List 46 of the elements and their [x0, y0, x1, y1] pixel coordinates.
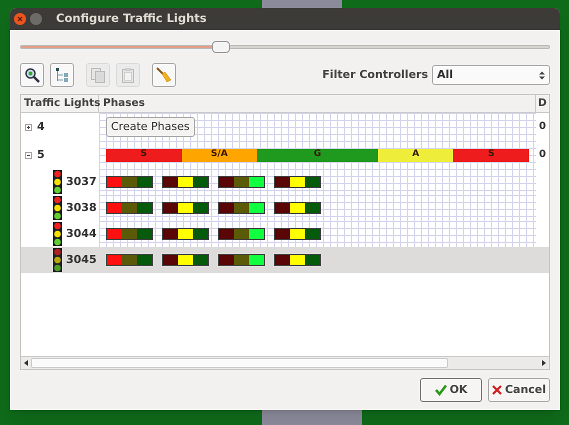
- clipboard-icon: [120, 67, 136, 83]
- phase-segment: S: [453, 148, 529, 162]
- checkmark-icon: [434, 384, 447, 396]
- minimize-button[interactable]: [30, 13, 42, 25]
- phase-segment: S: [106, 148, 182, 162]
- collapse-icon[interactable]: [25, 152, 32, 158]
- scrollbar-thumb[interactable]: [31, 358, 448, 368]
- filter-dropdown[interactable]: All: [432, 65, 550, 85]
- traffic-light-icon: [53, 196, 62, 220]
- signal-id: 3044: [66, 226, 97, 242]
- expand-icon[interactable]: [25, 124, 32, 130]
- phase-segment: S/A: [182, 148, 258, 162]
- controller-id: 4: [37, 118, 45, 135]
- filter-label: Filter Controllers: [322, 66, 428, 83]
- copy-icon: [90, 67, 106, 83]
- table-cell-text: 0: [538, 148, 547, 162]
- tree-icon: [54, 67, 70, 83]
- toolbar-button[interactable]: [152, 63, 176, 87]
- create-phases-button[interactable]: Create Phases: [106, 117, 195, 137]
- magnifier-icon: [24, 67, 40, 83]
- spinner-arrows-icon: [539, 70, 545, 80]
- traffic-light-icon: [53, 248, 62, 272]
- column-header[interactable]: Traffic Lights: [21, 95, 99, 112]
- toolbar-button[interactable]: [20, 63, 44, 87]
- signal-id: 3038: [66, 200, 97, 216]
- signal-id: 3037: [66, 174, 97, 190]
- signal-id: 3045: [66, 252, 97, 268]
- table-row[interactable]: 3045: [21, 247, 549, 273]
- phase-segment: G: [257, 148, 378, 162]
- horizontal-scrollbar[interactable]: [21, 356, 549, 369]
- traffic-light-icon: [53, 222, 62, 246]
- slider-thumb[interactable]: [212, 41, 230, 53]
- close-button[interactable]: [14, 13, 26, 25]
- ok-button[interactable]: OK: [420, 378, 482, 402]
- phase-segment: A: [378, 148, 454, 162]
- broom-icon: [156, 67, 172, 83]
- cross-icon: [492, 385, 502, 395]
- window-title: Configure Traffic Lights: [56, 10, 207, 28]
- controller-id: 5: [37, 146, 45, 163]
- column-header[interactable]: D: [536, 95, 549, 112]
- traffic-light-icon: [53, 170, 62, 194]
- close-icon: [17, 16, 23, 22]
- column-header[interactable]: Phases: [99, 95, 536, 112]
- zoom-slider[interactable]: [20, 40, 550, 54]
- table-cell-text: 0: [538, 120, 547, 134]
- cancel-button[interactable]: Cancel: [488, 378, 550, 402]
